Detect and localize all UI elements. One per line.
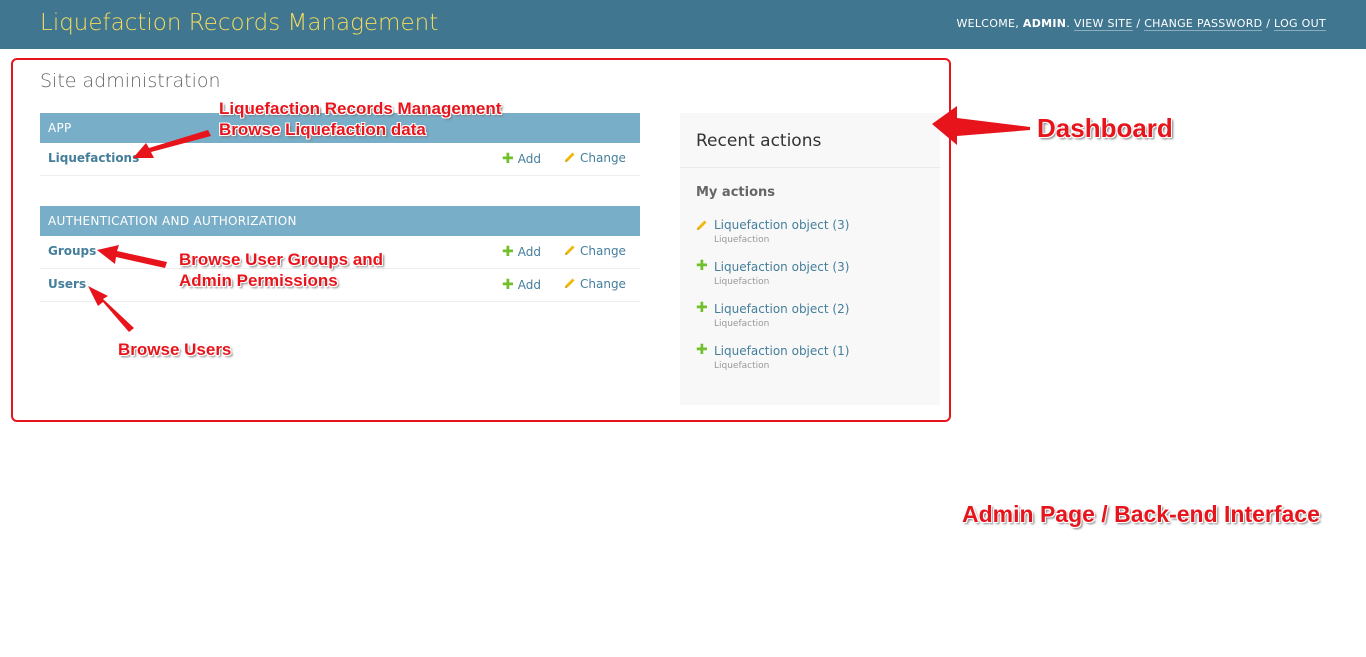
- annotation-line: Browse User Groups and: [179, 250, 384, 269]
- plus-icon: ✚: [502, 151, 514, 167]
- annotation-groups: Browse User Groups and Admin Permissions: [179, 249, 383, 291]
- change-label: Change: [580, 277, 626, 291]
- add-liquefaction-button[interactable]: ✚ Add: [502, 151, 541, 167]
- model-row-liquefactions: Liquefactions ✚ Add Change: [40, 143, 640, 176]
- recent-action-link[interactable]: Liquefaction object (1): [714, 344, 849, 358]
- add-user-button[interactable]: ✚ Add: [502, 277, 541, 293]
- pencil-icon: [565, 278, 575, 288]
- view-site-link[interactable]: VIEW SITE: [1073, 17, 1133, 31]
- recent-action-type: Liquefaction: [714, 319, 770, 329]
- recent-actions-title: Recent actions: [696, 131, 822, 151]
- recent-action-type: Liquefaction: [714, 361, 770, 371]
- change-label: Change: [580, 151, 626, 165]
- change-password-link[interactable]: CHANGE PASSWORD: [1144, 17, 1263, 31]
- liquefactions-link[interactable]: Liquefactions: [48, 151, 139, 165]
- user-tools: WELCOME, ADMIN. VIEW SITE / CHANGE PASSW…: [956, 17, 1326, 31]
- pencil-icon: [697, 220, 707, 230]
- add-group-button[interactable]: ✚ Add: [502, 244, 541, 260]
- my-actions-heading: My actions: [696, 185, 776, 200]
- add-label: Add: [517, 152, 541, 166]
- plus-icon: ✚: [502, 244, 514, 260]
- annotation-liquefaction: Liquefaction Records Management Browse L…: [219, 98, 501, 140]
- pencil-icon: [565, 245, 575, 255]
- log-out-link[interactable]: LOG OUT: [1274, 17, 1326, 31]
- pencil-icon: [565, 152, 575, 162]
- annotation-users: Browse Users: [118, 340, 232, 359]
- annotation-line: Liquefaction Records Management: [219, 99, 502, 118]
- recent-action-link[interactable]: Liquefaction object (2): [714, 302, 849, 316]
- change-liquefaction-button[interactable]: Change: [564, 151, 626, 165]
- header-bar: Liquefaction Records Management WELCOME,…: [0, 0, 1366, 49]
- site-name[interactable]: Liquefaction Records Management: [40, 10, 438, 36]
- plus-icon: ✚: [502, 277, 514, 293]
- change-user-button[interactable]: Change: [564, 277, 626, 291]
- plus-icon: ✚: [696, 342, 708, 358]
- recent-actions-panel: Recent actions My actions Liquefaction o…: [680, 113, 940, 405]
- users-link[interactable]: Users: [48, 277, 86, 291]
- plus-icon: ✚: [696, 258, 708, 274]
- separator: /: [1136, 17, 1141, 30]
- change-label: Change: [580, 244, 626, 258]
- annotation-line: Admin Permissions: [179, 271, 338, 290]
- separator: /: [1266, 17, 1271, 30]
- add-label: Add: [517, 245, 541, 259]
- recent-action-link[interactable]: Liquefaction object (3): [714, 260, 849, 274]
- groups-link[interactable]: Groups: [48, 244, 96, 258]
- change-group-button[interactable]: Change: [564, 244, 626, 258]
- recent-action-type: Liquefaction: [714, 235, 770, 245]
- annotation-line: Browse Liquefaction data: [219, 120, 426, 139]
- plus-icon: ✚: [696, 300, 708, 316]
- username: ADMIN: [1022, 17, 1067, 30]
- page-title: Site administration: [40, 70, 221, 92]
- recent-action-type: Liquefaction: [714, 277, 770, 287]
- welcome-suffix: .: [1066, 17, 1071, 30]
- annotation-admin-page: Admin Page / Back-end Interface: [962, 501, 1320, 527]
- recent-action-link[interactable]: Liquefaction object (3): [714, 218, 849, 232]
- add-label: Add: [517, 278, 541, 292]
- module-caption[interactable]: AUTHENTICATION AND AUTHORIZATION: [40, 206, 640, 236]
- annotation-dashboard: Dashboard: [1037, 113, 1173, 143]
- divider: [680, 167, 940, 168]
- welcome-text: WELCOME,: [956, 17, 1020, 30]
